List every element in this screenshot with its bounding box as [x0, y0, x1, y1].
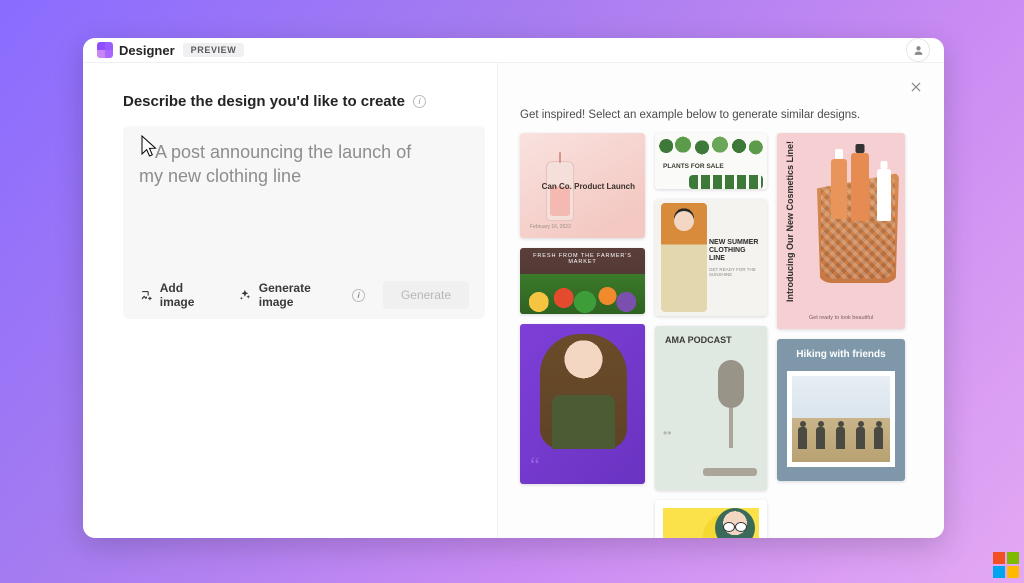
title-bar: Designer PREVIEW [83, 38, 944, 63]
inspiration-heading: Get inspired! Select an example below to… [520, 109, 912, 121]
app-window: Designer PREVIEW Describe the design you… [83, 38, 944, 538]
image-add-icon [139, 288, 153, 302]
template-tile-hiking[interactable]: Hiking with friends [777, 339, 905, 481]
template-tile-cosmetics[interactable]: Introducing Our New Cosmetics Line! Get … [777, 133, 905, 329]
app-title: Designer [119, 43, 175, 58]
content-area: Describe the design you'd like to create… [83, 63, 944, 538]
generate-image-label: Generate image [259, 281, 347, 309]
left-pane: Describe the design you'd like to create… [83, 63, 497, 538]
generate-button[interactable]: Generate [383, 281, 469, 309]
prompt-box: A post announcing the launch of my new c… [123, 126, 485, 319]
person-icon [912, 44, 925, 57]
right-pane: Get inspired! Select an example below to… [497, 63, 944, 538]
template-tile-yellow-portrait[interactable] [655, 500, 767, 538]
microsoft-logo-icon [993, 552, 1019, 578]
template-tile-can-co[interactable]: Can Co. Product Launch February 16, 2022 [520, 133, 645, 238]
template-tile-purple-portrait[interactable]: “ [520, 324, 645, 484]
sparkle-icon [238, 288, 252, 302]
prompt-actions: Add image Generate image i Generate [139, 273, 469, 309]
prompt-textarea[interactable]: A post announcing the launch of my new c… [139, 140, 469, 265]
prompt-placeholder: A post announcing the launch of my new c… [139, 140, 439, 189]
template-tile-podcast[interactable]: AMA PODCAST •• [655, 326, 767, 490]
add-image-button[interactable]: Add image [139, 281, 220, 309]
template-tile-farmers-market[interactable]: FRESH FROM THE FARMER'S MARKET [520, 248, 645, 314]
template-gallery: Can Co. Product Launch February 16, 2022… [520, 133, 912, 538]
info-icon[interactable]: i [413, 95, 426, 108]
close-button[interactable] [904, 75, 928, 99]
account-button[interactable] [906, 38, 930, 62]
generate-image-button[interactable]: Generate image i [238, 281, 365, 309]
add-image-label: Add image [160, 281, 220, 309]
template-tile-plants[interactable]: PLANTS FOR SALE [655, 133, 767, 189]
info-icon[interactable]: i [352, 289, 365, 302]
template-tile-summer-clothing[interactable]: NEW SUMMER CLOTHING LINE GET READY FOR T… [655, 199, 767, 316]
designer-logo-icon [97, 42, 113, 58]
preview-badge: PREVIEW [183, 43, 245, 57]
prompt-heading: Describe the design you'd like to create [123, 93, 405, 110]
close-icon [909, 80, 923, 94]
